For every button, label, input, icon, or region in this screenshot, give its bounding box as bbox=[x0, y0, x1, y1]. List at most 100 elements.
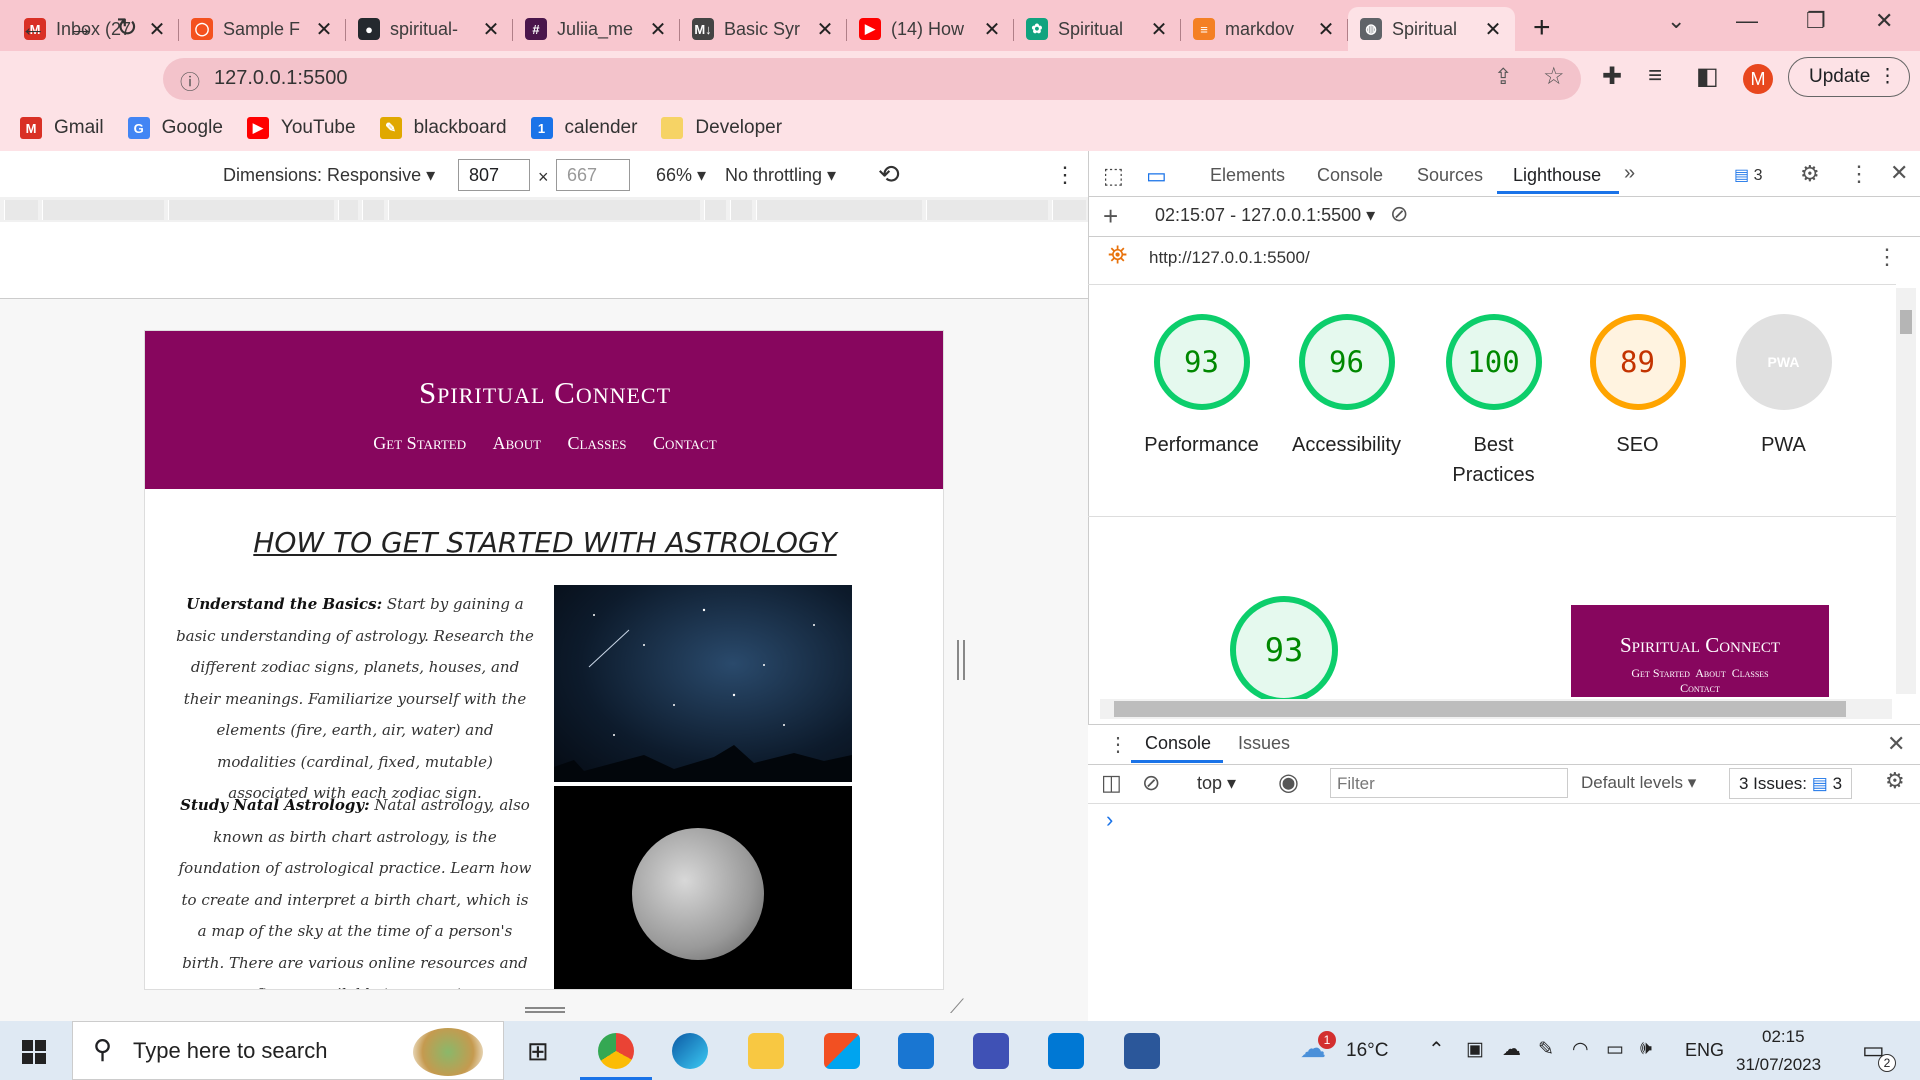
report-menu-icon[interactable]: ⋮ bbox=[1876, 244, 1898, 270]
filter-input[interactable]: Filter bbox=[1330, 768, 1568, 798]
throttle-dropdown[interactable]: No throttling ▾ bbox=[725, 165, 836, 186]
close-tab-icon[interactable]: ✕ bbox=[815, 17, 835, 42]
live-expression-eye-icon[interactable]: ◉ bbox=[1278, 768, 1299, 797]
tab-search-icon[interactable]: ⌄ bbox=[1667, 8, 1685, 34]
ruler-segment[interactable] bbox=[362, 200, 384, 220]
extensions-icon[interactable]: ✚ bbox=[1602, 62, 1622, 91]
close-window-button[interactable]: ✕ bbox=[1875, 8, 1893, 34]
clock-time[interactable]: 02:15 bbox=[1762, 1027, 1805, 1047]
profile-avatar[interactable]: M bbox=[1743, 64, 1773, 94]
drawer-tab-issues[interactable]: Issues bbox=[1238, 733, 1290, 754]
gauge-seo[interactable]: 89 SEO bbox=[1571, 314, 1704, 460]
share-icon[interactable]: ⇪ bbox=[1494, 64, 1512, 90]
clock-date[interactable]: 31/07/2023 bbox=[1736, 1055, 1821, 1075]
close-tab-icon[interactable]: ✕ bbox=[481, 17, 501, 42]
site-title[interactable]: Spiritual Connect bbox=[145, 375, 943, 411]
height-input[interactable]: 667 bbox=[556, 159, 630, 191]
zoom-dropdown[interactable]: 66% ▾ bbox=[656, 165, 706, 186]
new-tab-button[interactable]: + bbox=[1533, 11, 1551, 45]
wifi-icon[interactable]: ◠ bbox=[1572, 1038, 1589, 1061]
battery-icon[interactable]: ▭ bbox=[1606, 1038, 1624, 1061]
dimensions-dropdown[interactable]: Dimensions: Responsive ▾ bbox=[223, 165, 435, 186]
address-bar[interactable] bbox=[163, 58, 1581, 100]
restore-button[interactable]: ❐ bbox=[1806, 8, 1826, 34]
bookmark-gmail[interactable]: M Gmail bbox=[20, 117, 104, 139]
ruler-segment[interactable] bbox=[926, 200, 1048, 220]
browser-tab[interactable]: # Juliia_me ✕ bbox=[513, 7, 680, 51]
corner-resize-icon[interactable]: ⟋ bbox=[950, 996, 964, 1019]
rotate-icon[interactable]: ⟲ bbox=[878, 159, 900, 190]
device-more-icon[interactable]: ⋮ bbox=[1054, 162, 1076, 188]
reload-button[interactable]: ↻ bbox=[116, 12, 138, 43]
clear-reports-icon[interactable]: ⊘ bbox=[1390, 201, 1408, 227]
sidebar-toggle-icon[interactable]: ◫ bbox=[1101, 770, 1122, 796]
devtools-menu-icon[interactable]: ⋮ bbox=[1848, 161, 1870, 187]
tab-elements[interactable]: Elements bbox=[1210, 165, 1285, 186]
bookmark-youtube[interactable]: ▶ YouTube bbox=[246, 117, 356, 139]
ruler-segment[interactable] bbox=[4, 200, 38, 220]
report-url[interactable]: http://127.0.0.1:5500/ bbox=[1149, 248, 1310, 268]
close-tab-icon[interactable]: ✕ bbox=[1149, 17, 1169, 42]
bookmark-blackboard[interactable]: ✎ blackboard bbox=[379, 117, 507, 139]
language-indicator[interactable]: ENG bbox=[1685, 1040, 1724, 1061]
drawer-menu-icon[interactable]: ⋮ bbox=[1108, 732, 1128, 757]
context-selector[interactable]: top ▾ bbox=[1197, 773, 1236, 794]
browser-tab[interactable]: ◯ Sample F ✕ bbox=[179, 7, 346, 51]
browser-tab[interactable]: M↓ Basic Syr ✕ bbox=[680, 7, 847, 51]
meet-icon[interactable]: ▣ bbox=[1466, 1038, 1484, 1061]
gauge-pwa[interactable]: PWA PWA bbox=[1717, 314, 1850, 460]
nav-link-contact[interactable]: Contact bbox=[653, 433, 717, 453]
site-info-icon[interactable]: ⓘ bbox=[180, 66, 200, 95]
chevron-up-icon[interactable]: ⌃ bbox=[1428, 1037, 1445, 1062]
vscode-taskbar-icon[interactable] bbox=[1048, 1033, 1084, 1069]
width-input[interactable]: 807 bbox=[458, 159, 530, 191]
device-toggle-icon[interactable]: ▭ bbox=[1146, 163, 1167, 189]
vertical-scrollbar[interactable] bbox=[1896, 288, 1916, 694]
ruler-segment[interactable] bbox=[1052, 200, 1086, 220]
scroll-thumb[interactable] bbox=[1900, 310, 1912, 334]
gauge-performance[interactable]: 93 Performance bbox=[1135, 314, 1268, 460]
ruler-segment[interactable] bbox=[168, 200, 334, 220]
file-explorer-taskbar-icon[interactable] bbox=[748, 1033, 784, 1069]
more-tabs-icon[interactable]: » bbox=[1624, 162, 1635, 185]
pen-icon[interactable]: ✎ bbox=[1538, 1038, 1554, 1061]
bottom-resize-handle[interactable] bbox=[525, 1007, 565, 1013]
volume-icon[interactable]: 🕪 bbox=[1640, 1038, 1652, 1060]
mail-taskbar-icon[interactable] bbox=[898, 1033, 934, 1069]
tab-lighthouse[interactable]: Lighthouse bbox=[1513, 165, 1601, 186]
back-button[interactable]: ← bbox=[20, 12, 46, 43]
browser-tab[interactable]: ● spiritual- ✕ bbox=[346, 7, 513, 51]
tab-sources[interactable]: Sources bbox=[1417, 165, 1483, 186]
issues-button[interactable]: 3 Issues: ▤ 3 bbox=[1729, 768, 1852, 799]
nav-link-get-started[interactable]: Get Started bbox=[373, 433, 466, 453]
console-settings-icon[interactable]: ⚙ bbox=[1885, 768, 1905, 794]
chrome-taskbar-icon[interactable] bbox=[598, 1033, 634, 1069]
ruler-segment[interactable] bbox=[42, 200, 164, 220]
settings-gear-icon[interactable]: ⚙ bbox=[1800, 161, 1820, 187]
edge-taskbar-icon[interactable] bbox=[672, 1033, 708, 1069]
ruler-segment[interactable] bbox=[756, 200, 922, 220]
inspect-element-icon[interactable]: ⬚ bbox=[1103, 163, 1124, 189]
taskbar-search-box[interactable]: ⚲ Type here to search bbox=[72, 1021, 504, 1080]
tab-console[interactable]: Console bbox=[1317, 165, 1383, 186]
bookmark-calender[interactable]: 1 calender bbox=[530, 117, 637, 139]
start-button[interactable] bbox=[22, 1040, 46, 1064]
task-view-icon[interactable]: ⊞ bbox=[527, 1036, 549, 1067]
ruler-segment[interactable] bbox=[704, 200, 726, 220]
onedrive-icon[interactable]: ☁ bbox=[1502, 1038, 1521, 1061]
bookmark-star-icon[interactable]: ☆ bbox=[1543, 62, 1565, 91]
close-tab-icon[interactable]: ✕ bbox=[1316, 17, 1336, 42]
gauge-best-practices[interactable]: 100 Best Practices bbox=[1427, 314, 1560, 490]
side-panel-icon[interactable]: ◧ bbox=[1696, 62, 1719, 91]
close-tab-icon[interactable]: ✕ bbox=[147, 17, 167, 42]
horizontal-scroll-thumb[interactable] bbox=[1114, 701, 1846, 717]
browser-tab[interactable]: ▶ (14) How ✕ bbox=[847, 7, 1014, 51]
clear-console-icon[interactable]: ⊘ bbox=[1142, 770, 1160, 796]
nav-link-classes[interactable]: Classes bbox=[568, 433, 627, 453]
ruler-segment[interactable] bbox=[388, 200, 700, 220]
close-devtools-icon[interactable]: ✕ bbox=[1890, 160, 1908, 186]
word-taskbar-icon[interactable] bbox=[1124, 1033, 1160, 1069]
new-report-icon[interactable]: + bbox=[1103, 201, 1118, 232]
nav-link-about[interactable]: About bbox=[493, 433, 541, 453]
browser-tab[interactable]: ≡ markdov ✕ bbox=[1181, 7, 1348, 51]
